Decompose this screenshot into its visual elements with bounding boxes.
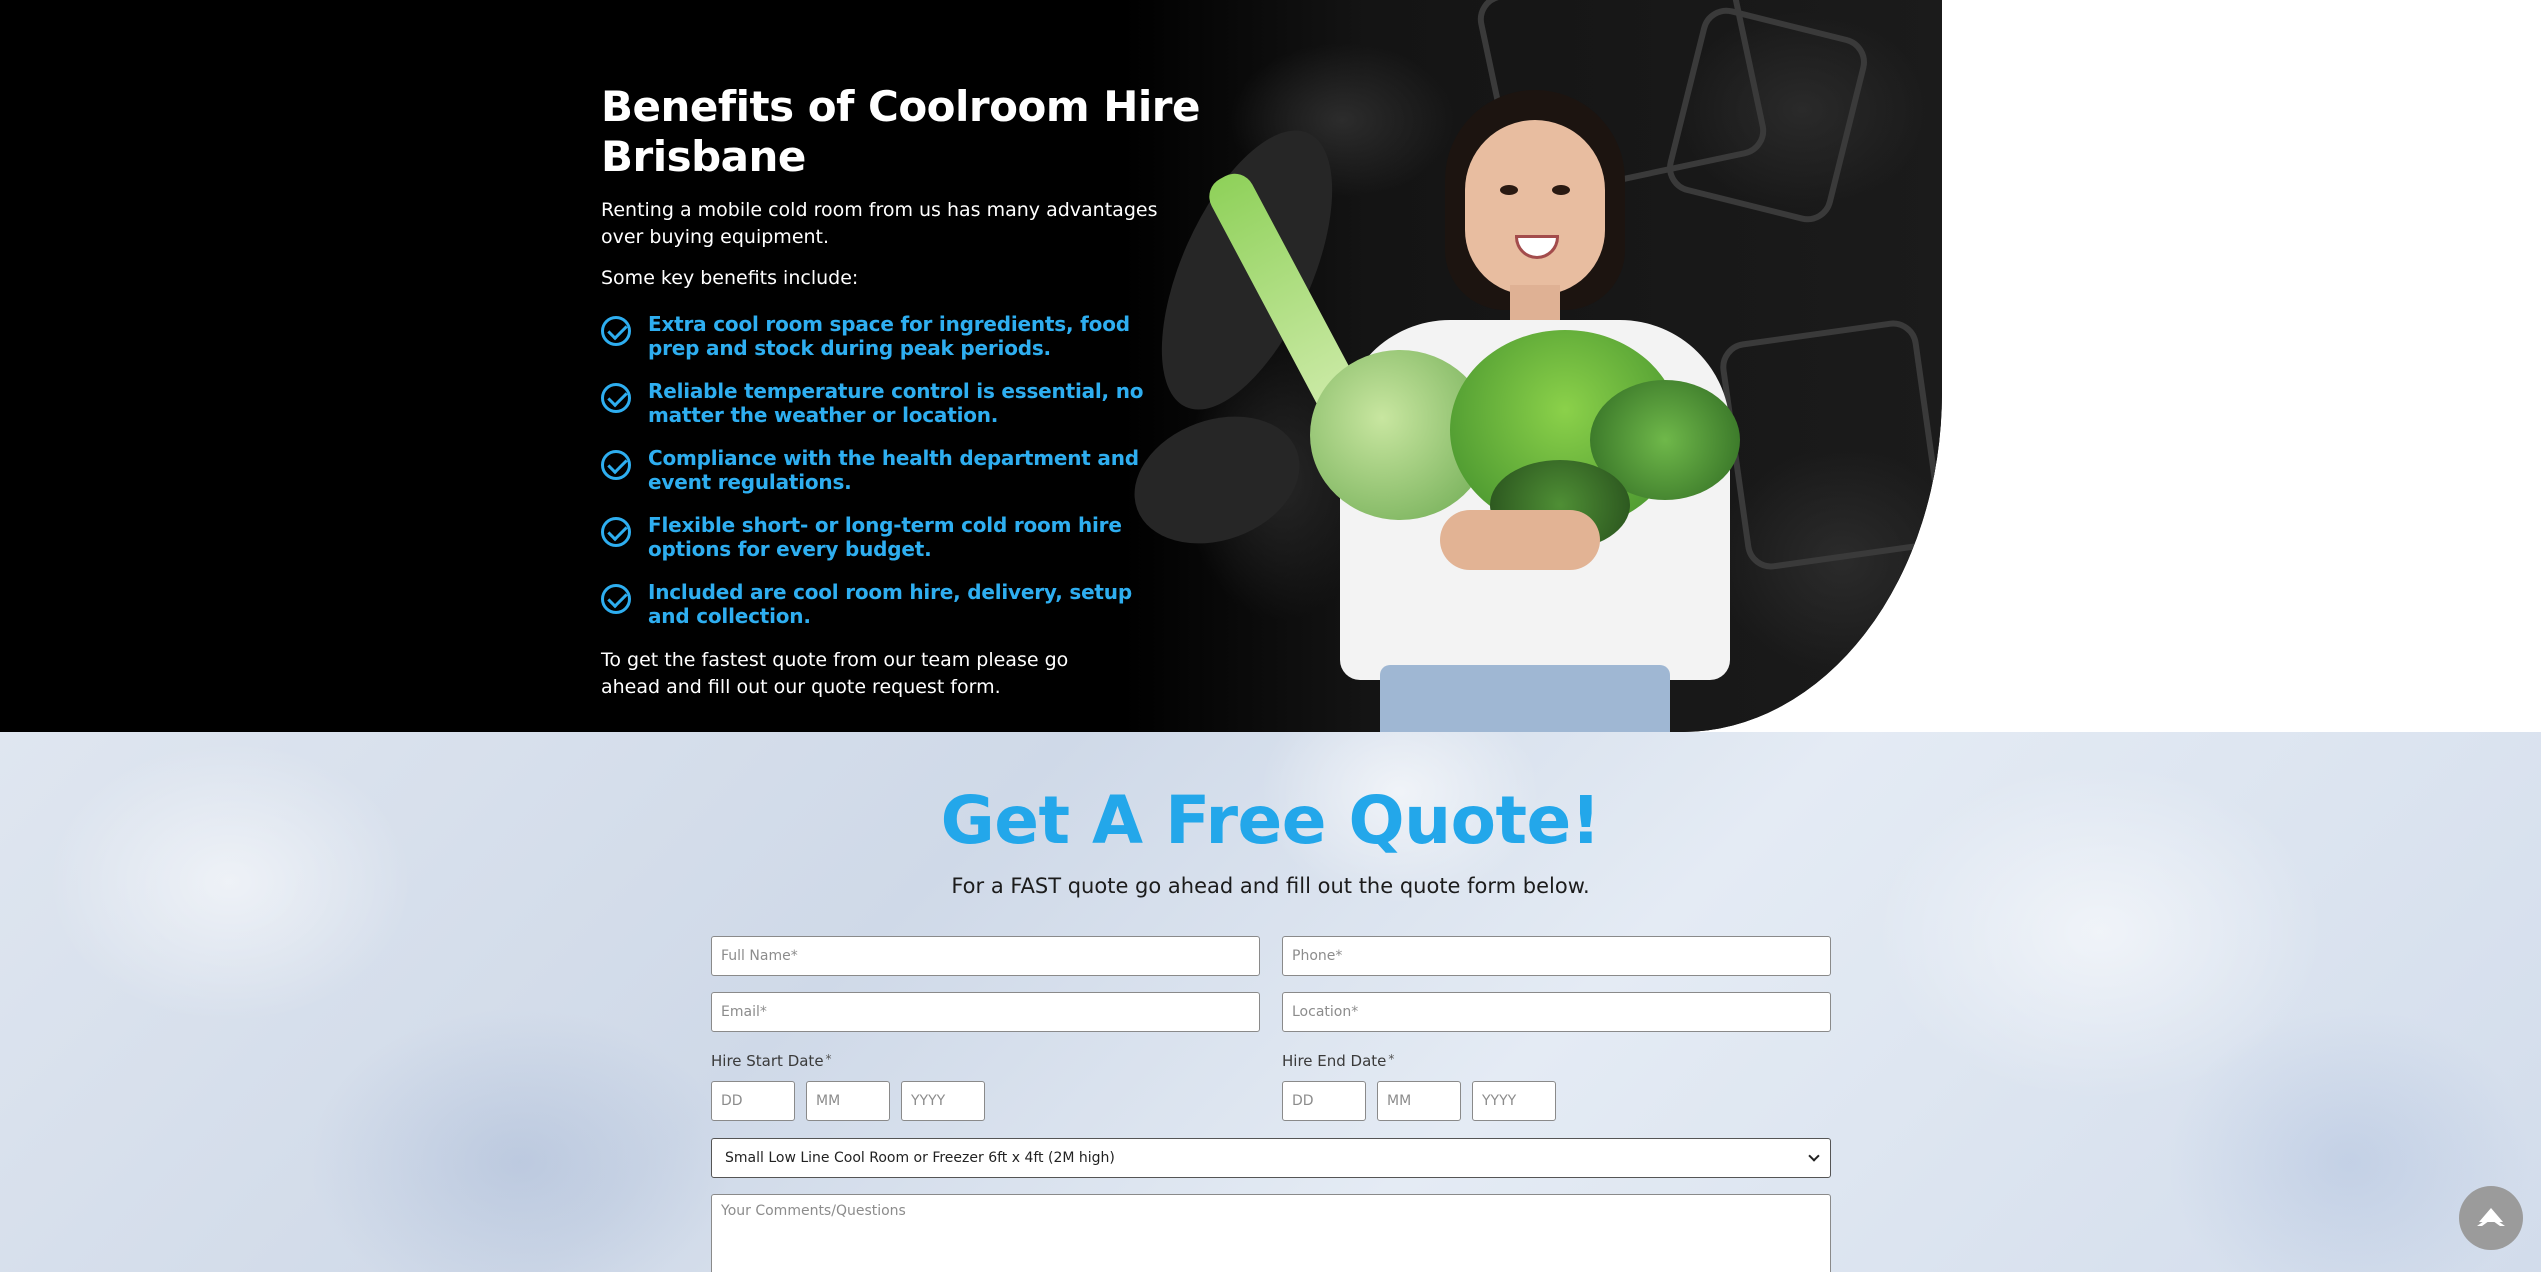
hire-start-year-input[interactable] [901, 1081, 985, 1121]
face-shape [1465, 120, 1605, 295]
hire-end-day-input[interactable] [1282, 1081, 1366, 1121]
scroll-to-top-button[interactable] [2459, 1186, 2523, 1250]
benefits-title: Benefits of Coolroom Hire Brisbane [601, 82, 1200, 182]
hire-end-year-input[interactable] [1472, 1081, 1556, 1121]
eye-shape [1552, 185, 1570, 195]
benefit-item: Flexible short- or long-term cold room h… [601, 513, 1161, 561]
benefits-content: Benefits of Coolroom Hire Brisbane Renti… [601, 82, 1321, 701]
cool-room-select-value: Small Low Line Cool Room or Freezer 6ft … [725, 1150, 1115, 1166]
eye-shape [1500, 185, 1518, 195]
benefit-text: Compliance with the health department an… [648, 445, 1139, 494]
benefit-text: Extra cool room space for ingredients, f… [648, 311, 1130, 360]
hire-end-date-label-text: Hire End Date [1282, 1052, 1387, 1070]
benefit-text: Flexible short- or long-term cold room h… [648, 512, 1122, 561]
quote-title: Get A Free Quote! [940, 782, 1601, 859]
hire-start-month-input[interactable] [806, 1081, 890, 1121]
email-input[interactable] [711, 992, 1260, 1032]
benefits-section: Benefits of Coolroom Hire Brisbane Renti… [0, 0, 1942, 732]
benefits-list: Extra cool room space for ingredients, f… [601, 312, 1161, 628]
required-marker: * [825, 1052, 832, 1066]
comments-textarea[interactable] [711, 1194, 1831, 1272]
benefit-item: Reliable temperature control is essentia… [601, 379, 1161, 427]
benefit-item: Included are cool room hire, delivery, s… [601, 580, 1161, 628]
cool-room-select[interactable]: Small Low Line Cool Room or Freezer 6ft … [711, 1138, 1831, 1178]
full-name-input[interactable] [711, 936, 1260, 976]
location-input[interactable] [1282, 992, 1831, 1032]
benefit-text: Included are cool room hire, delivery, s… [648, 579, 1132, 628]
phone-input[interactable] [1282, 936, 1831, 976]
benefits-cta: To get the fastest quote from our team p… [601, 648, 1069, 698]
hire-start-day-input[interactable] [711, 1081, 795, 1121]
check-circle-icon [601, 516, 631, 547]
chevron-down-icon [1808, 1150, 1820, 1162]
quote-section: Get A Free Quote! For a FAST quote go ah… [0, 732, 2541, 1272]
benefit-item: Compliance with the health department an… [601, 446, 1161, 494]
hands-shape [1440, 510, 1600, 570]
check-circle-icon [601, 583, 631, 614]
benefits-lead: Some key benefits include: [601, 266, 859, 289]
jeans-shape [1380, 665, 1670, 732]
check-circle-icon [601, 315, 631, 346]
benefit-item: Extra cool room space for ingredients, f… [601, 312, 1161, 360]
required-marker: * [1388, 1052, 1395, 1066]
check-circle-icon [601, 382, 631, 413]
quote-subtitle: For a FAST quote go ahead and fill out t… [951, 874, 1590, 898]
hire-end-date-label: Hire End Date * [1282, 1052, 1394, 1070]
hire-start-date-label-text: Hire Start Date [711, 1052, 824, 1070]
benefits-intro: Renting a mobile cold room from us has m… [601, 198, 1158, 248]
benefit-text: Reliable temperature control is essentia… [648, 378, 1144, 427]
check-circle-icon [601, 449, 631, 480]
hire-end-month-input[interactable] [1377, 1081, 1461, 1121]
hire-start-date-label: Hire Start Date * [711, 1052, 832, 1070]
chevron-up-icon [2477, 1216, 2505, 1226]
